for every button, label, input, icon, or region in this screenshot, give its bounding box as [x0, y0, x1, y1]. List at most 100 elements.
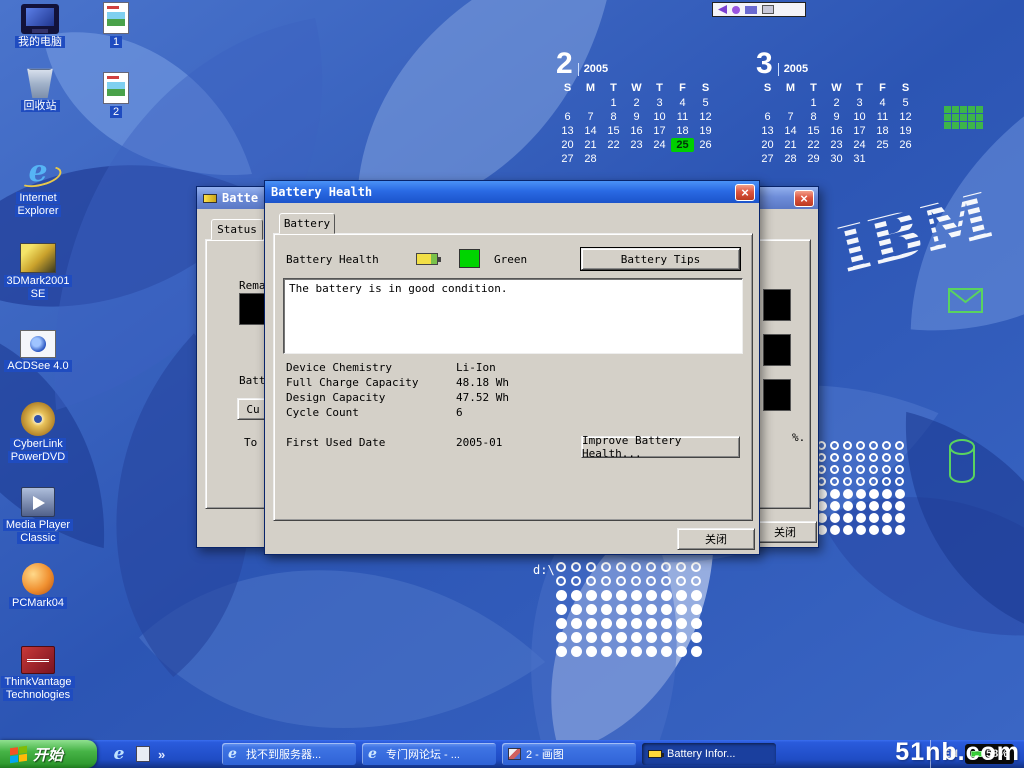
calendar-month-number: 2: [556, 50, 573, 78]
document-quick-launch-icon[interactable]: [136, 746, 150, 762]
dot-pattern-right: [817, 441, 908, 537]
dialog-body: Battery Battery Health Green Battery Tip…: [265, 203, 759, 555]
dialog-titlebar[interactable]: Battery Health: [265, 181, 759, 203]
task-label: 2 - 画图: [526, 746, 564, 762]
icon-label: Media Player Classic: [0, 519, 76, 545]
3dmark-icon: [20, 243, 56, 273]
info-row-cycle-count: Cycle Count 6: [286, 406, 746, 419]
improve-battery-health-button[interactable]: Improve Battery Health...: [581, 436, 740, 458]
tab-battery[interactable]: Battery: [279, 213, 335, 234]
drive-label: d:\: [533, 563, 555, 577]
pcmark-icon: [22, 563, 54, 595]
acdsee-icon: [20, 330, 56, 358]
start-button[interactable]: 开始: [0, 740, 97, 768]
cylinder-icon: [948, 438, 976, 486]
info-label: Full Charge Capacity: [286, 376, 456, 389]
jpg-file-icon: [103, 72, 129, 104]
info-value: 48.18 Wh: [456, 376, 509, 389]
calendar-march: 3 2005 SMTWTFS12345678910111213141516171…: [756, 50, 920, 166]
icon-label: CyberLink PowerDVD: [0, 438, 76, 464]
tray-volume-icon[interactable]: [732, 6, 740, 14]
battery-gauge: [239, 293, 267, 325]
quick-launch-overflow-chevron[interactable]: »: [158, 747, 165, 762]
desktop-icon-thinkvantage[interactable]: ThinkVantage Technologies: [0, 646, 76, 702]
media-player-classic-icon: [21, 487, 55, 517]
windows-logo-icon: [10, 745, 27, 762]
info-label: First Used Date: [286, 436, 456, 449]
calendar-grid: SMTWTFS123456789101112131415161718192021…: [556, 82, 717, 166]
tray-speaker-icon[interactable]: [718, 5, 727, 14]
ie-quick-launch-icon[interactable]: e: [110, 745, 128, 763]
task-paint[interactable]: 2 - 画图: [502, 743, 636, 765]
powerdvd-icon: [21, 402, 55, 436]
ie-icon: e: [368, 747, 381, 762]
recycle-bin-icon: [24, 64, 56, 98]
desktop-icon-jpg-2[interactable]: 2: [88, 72, 144, 119]
desktop: 2 2005 SMTWTFS12345678910111213141516171…: [0, 0, 1024, 740]
desktop-icon-pcmark04[interactable]: PCMark04: [0, 563, 76, 610]
battery-gauge: [763, 289, 791, 321]
info-label: Device Chemistry: [286, 361, 456, 374]
info-row-full-charge-capacity: Full Charge Capacity 48.18 Wh: [286, 376, 746, 389]
tray-keyboard-icon[interactable]: [762, 5, 774, 14]
language-indicator[interactable]: EN: [943, 748, 958, 760]
desktop-icon-powerdvd[interactable]: CyberLink PowerDVD: [0, 402, 76, 464]
task-label: 找不到服务器...: [246, 746, 321, 762]
grid-decoration-icon: [944, 106, 983, 129]
task-server-not-found[interactable]: e 找不到服务器...: [222, 743, 356, 765]
dot-pattern-bottom: [556, 562, 706, 660]
icon-label: Internet Explorer: [0, 192, 76, 218]
tray-tool-icon[interactable]: [745, 6, 757, 14]
close-button[interactable]: [735, 184, 755, 201]
icon-label: 我的电脑: [2, 36, 78, 49]
taskbar: 开始 e » e 找不到服务器... e 专门网论坛 - ... 2 - 画图 …: [0, 740, 1024, 768]
icon-label: 回收站: [2, 100, 78, 113]
close-window-button[interactable]: 关闭: [753, 521, 817, 543]
info-value: 2005-01: [456, 436, 502, 449]
battery-gauge: [763, 334, 791, 366]
battery-tips-button[interactable]: Battery Tips: [581, 248, 740, 270]
calendar-header: 2 2005: [556, 50, 720, 78]
desktop-icon-media-player-classic[interactable]: Media Player Classic: [0, 487, 76, 545]
task-battery-information[interactable]: Battery Infor...: [642, 743, 776, 765]
icon-label: ACDSee 4.0: [0, 360, 76, 373]
battery-health-label: Battery Health: [286, 253, 379, 266]
info-row-device-chemistry: Device Chemistry Li-Ion: [286, 361, 746, 374]
task-forum[interactable]: e 专门网论坛 - ...: [362, 743, 496, 765]
system-tray: EN 58%: [930, 740, 1024, 768]
health-status-text: Green: [494, 253, 527, 266]
thinkvantage-icon: [21, 646, 55, 674]
jpg-file-icon: [103, 2, 129, 34]
ie-icon: e: [228, 747, 241, 762]
close-dialog-button[interactable]: 关闭: [677, 528, 755, 550]
info-value: Li-Ion: [456, 361, 496, 374]
info-value: 47.52 Wh: [456, 391, 509, 404]
desktop-icon-acdsee[interactable]: ACDSee 4.0: [0, 330, 76, 373]
close-button[interactable]: [794, 190, 814, 207]
battery-meter[interactable]: 58%: [965, 744, 1014, 764]
battery-icon: [416, 253, 438, 265]
battery-title-icon: [203, 194, 217, 203]
task-label: Battery Infor...: [667, 748, 735, 760]
icon-label: ThinkVantage Technologies: [0, 676, 76, 702]
health-color-swatch: [459, 249, 480, 268]
battery-icon: [648, 750, 662, 758]
task-buttons: e 找不到服务器... e 专门网论坛 - ... 2 - 画图 Battery…: [222, 743, 776, 765]
desktop-icon-jpg-1[interactable]: 1: [88, 2, 144, 49]
icon-label: 2: [88, 106, 144, 119]
desktop-icon-my-computer[interactable]: 我的电脑: [2, 4, 78, 49]
desktop-icon-recycle-bin[interactable]: 回收站: [2, 64, 78, 113]
start-label: 开始: [33, 744, 63, 765]
calendar-month-number: 3: [756, 50, 773, 78]
calendar-header: 3 2005: [756, 50, 920, 78]
desktop-icon-3dmark2001[interactable]: 3DMark2001 SE: [0, 243, 76, 301]
calendar-grid: SMTWTFS123456789101112131415161718192021…: [756, 82, 917, 166]
calendar-year: 2005: [578, 63, 608, 76]
tab-status[interactable]: Status: [211, 219, 263, 240]
dialog-title: Battery Health: [271, 185, 372, 199]
top-tray[interactable]: [712, 2, 806, 17]
percent-label: %.: [792, 431, 805, 444]
desktop-icon-internet-explorer[interactable]: e Internet Explorer: [0, 156, 76, 218]
condition-textbox[interactable]: The battery is in good condition.: [283, 278, 743, 354]
calendar-year: 2005: [778, 63, 808, 76]
